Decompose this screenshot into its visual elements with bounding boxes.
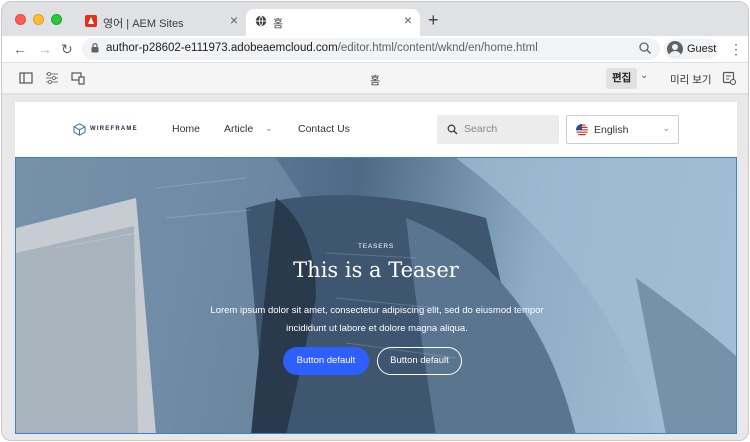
us-flag-icon [576, 124, 588, 136]
lock-icon[interactable] [91, 43, 99, 53]
editor-canvas: WIREFRAME Home Article ⌄ Contact Us Sear… [2, 95, 748, 440]
logo-text: WIREFRAME [90, 126, 138, 132]
preview-button[interactable]: 미리 보기 [670, 72, 712, 87]
search-input[interactable]: Search [437, 115, 559, 144]
close-icon[interactable]: × [404, 13, 412, 27]
back-icon[interactable]: ← [13, 40, 27, 58]
edit-mode-button[interactable]: 편집 [606, 68, 638, 89]
cube-logo-icon [73, 123, 86, 136]
page-info-icon[interactable] [722, 71, 737, 86]
primary-cta-button[interactable]: Button default [283, 347, 369, 375]
window-zoom-button[interactable] [51, 14, 62, 25]
page-frame: WIREFRAME Home Article ⌄ Contact Us Sear… [15, 102, 737, 434]
url-path: /editor.html/content/wknd/en/home.html [337, 42, 538, 54]
tab-title: 영어 | AEM Sites [103, 18, 184, 30]
language-label: English [594, 124, 629, 136]
site-header: WIREFRAME Home Article ⌄ Contact Us Sear… [15, 102, 737, 157]
teaser-title: This is a Teaser [293, 258, 459, 282]
globe-icon [255, 15, 267, 27]
browser-menu-icon[interactable]: ⋮ [729, 40, 743, 58]
tab-strip: 영어 | AEM Sites × 홈 × + [2, 2, 748, 36]
language-select[interactable]: English ⌄ [566, 115, 679, 144]
window-minimize-button[interactable] [33, 14, 44, 25]
close-icon[interactable]: × [230, 13, 238, 27]
search-placeholder: Search [464, 123, 498, 135]
chevron-down-icon[interactable]: ⌄ [640, 70, 648, 81]
browser-toolbar: ← → ↻ author-p28602-e111973.adobeaemclou… [2, 36, 748, 62]
adobe-icon [85, 15, 97, 27]
search-icon [447, 124, 458, 135]
teaser-background-image [16, 158, 736, 433]
address-bar[interactable]: author-p28602-e111973.adobeaemcloud.com/… [82, 38, 660, 60]
editor-toolbar: 홈 편집 ⌄ 미리 보기 [2, 62, 748, 94]
nav-link-contact-us[interactable]: Contact Us [298, 123, 350, 135]
secondary-cta-button[interactable]: Button default [377, 347, 462, 375]
avatar-icon [667, 41, 683, 57]
tab-home[interactable]: 홈 × [246, 9, 420, 36]
teaser-pretitle: TEASERS [358, 243, 394, 250]
teaser-component[interactable]: TEASERS This is a Teaser Lorem ipsum dol… [15, 157, 737, 434]
profile-button[interactable]: Guest [664, 39, 718, 59]
nav-link-home[interactable]: Home [172, 123, 200, 135]
browser-window: 영어 | AEM Sites × 홈 × + ← → ↻ author-p286… [1, 1, 749, 441]
new-tab-button[interactable]: + [428, 11, 439, 29]
window-close-button[interactable] [15, 14, 26, 25]
chevron-down-icon: ⌄ [662, 123, 670, 133]
tab-title: 홈 [273, 18, 284, 30]
teaser-description: Lorem ipsum dolor sit amet, consectetur … [210, 305, 544, 334]
nav-link-article[interactable]: Article [224, 123, 253, 135]
tab-aem-sites[interactable]: 영어 | AEM Sites × [76, 9, 246, 36]
profile-name: Guest [687, 43, 717, 55]
chevron-down-icon[interactable]: ⌄ [265, 123, 273, 134]
url-host: author-p28602-e111973.adobeaemcloud.com [106, 42, 338, 54]
zoom-icon[interactable] [638, 41, 652, 55]
url-text: author-p28602-e111973.adobeaemcloud.com/… [106, 42, 538, 54]
reload-icon[interactable]: ↻ [61, 40, 73, 58]
forward-icon[interactable]: → [38, 40, 52, 58]
